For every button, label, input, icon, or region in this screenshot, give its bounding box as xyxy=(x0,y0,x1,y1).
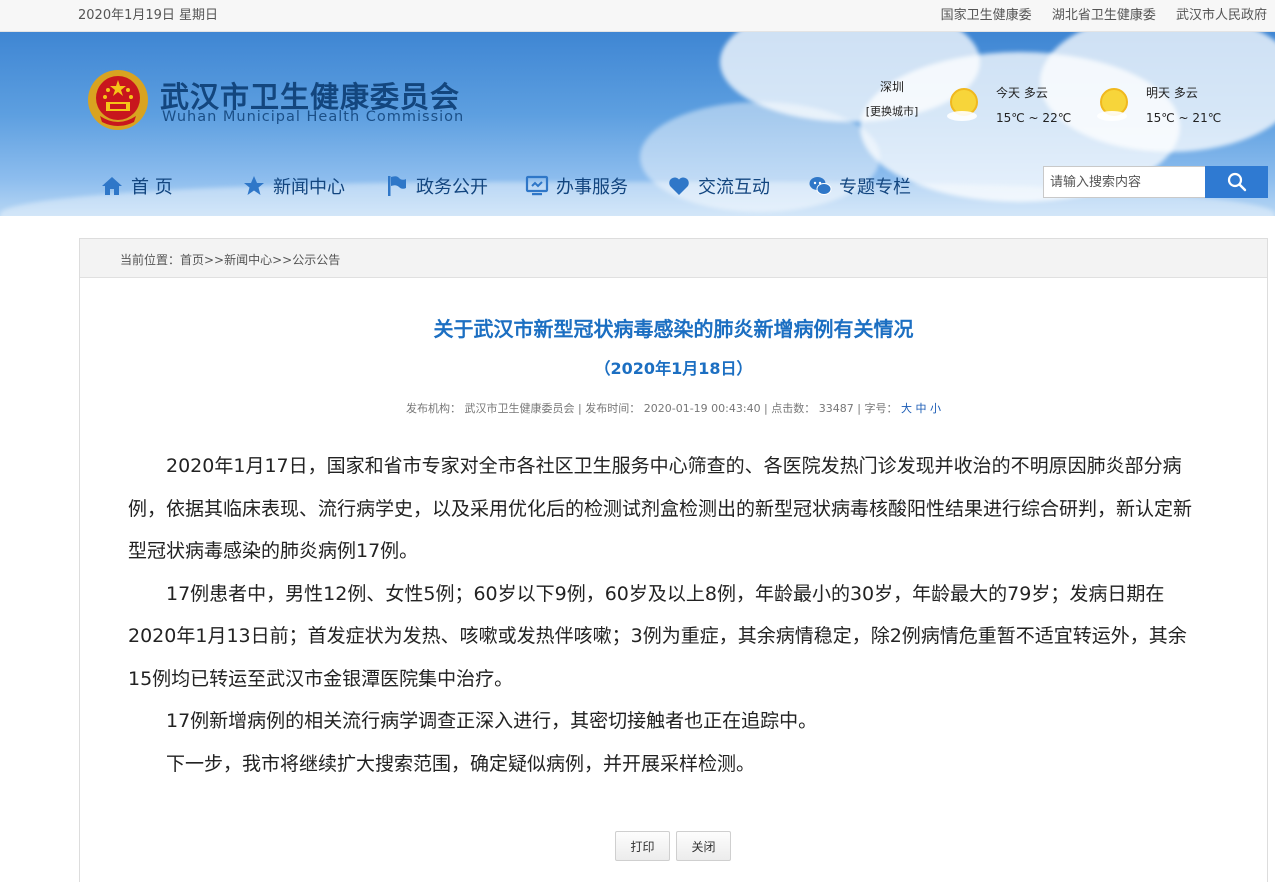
top-links: 国家卫生健康委 湖北省卫生健康委 武汉市人民政府 xyxy=(925,4,1267,23)
article-date: （2020年1月18日） xyxy=(594,359,753,378)
nav-news[interactable]: 新闻中心 xyxy=(242,170,345,202)
search-input[interactable] xyxy=(1043,166,1206,198)
link-hubei-health-commission[interactable]: 湖北省卫生健康委 xyxy=(1052,8,1156,23)
heart-icon xyxy=(669,177,689,195)
city-name: 深圳 xyxy=(879,80,904,94)
breadcrumb-bar: 当前位置：首页>>新闻中心>>公示公告 xyxy=(80,239,1267,278)
weather-today-temp: 15℃ ~ 22℃ xyxy=(996,111,1072,125)
nav-government-affairs[interactable]: 政务公开 xyxy=(385,170,488,202)
nav-home-label: 首 页 xyxy=(131,177,173,198)
font-size-selector[interactable]: 大 中 小 xyxy=(901,402,941,415)
breadcrumb: 当前位置：首页>>新闻中心>>公示公告 xyxy=(120,253,341,267)
article-panel: 当前位置：首页>>新闻中心>>公示公告 关于武汉市新型冠状病毒感染的肺炎新增病例… xyxy=(79,238,1268,882)
weather-today: 今天 多云 15℃ ~ 22℃ xyxy=(946,84,1096,134)
site-header: 武汉市卫生健康委员会 Wuhan Municipal Health Commis… xyxy=(0,32,1275,216)
nav-services[interactable]: 办事服务 xyxy=(525,170,628,202)
nav-government-affairs-label: 政务公开 xyxy=(416,177,488,198)
print-button[interactable]: 打印 xyxy=(615,831,670,861)
current-date: 2020年1月19日 星期日 xyxy=(78,8,219,23)
article-title: 关于武汉市新型冠状病毒感染的肺炎新增病例有关情况 xyxy=(433,317,914,341)
nav-interaction[interactable]: 交流互动 xyxy=(667,170,770,202)
chat-icon xyxy=(809,177,832,195)
link-wuhan-government[interactable]: 武汉市人民政府 xyxy=(1176,8,1267,23)
home-icon xyxy=(102,177,122,195)
sun-cloud-icon xyxy=(1097,88,1128,121)
nav-special-topics-label: 专题专栏 xyxy=(839,177,911,198)
article-meta-info: 发布机构： 武汉市卫生健康委员会 | 发布时间： 2020-01-19 00:4… xyxy=(406,402,898,415)
article-body: 2020年1月17日，国家和省市专家对全市各社区卫生服务中心筛查的、各医院发热门… xyxy=(128,445,1210,785)
weather-today-label: 今天 多云 xyxy=(996,86,1048,100)
article-meta: 发布机构： 武汉市卫生健康委员会 | 发布时间： 2020-01-19 00:4… xyxy=(80,400,1267,416)
nav-home[interactable]: 首 页 xyxy=(100,170,173,202)
flag-icon xyxy=(388,176,406,196)
article-paragraph: 下一步，我市将继续扩大搜索范围，确定疑似病例，并开展采样检测。 xyxy=(166,752,756,775)
link-national-health-commission[interactable]: 国家卫生健康委 xyxy=(941,8,1032,23)
search-button[interactable] xyxy=(1205,166,1268,198)
article-actions: 打印 关闭 xyxy=(615,831,731,861)
article-paragraph: 17例新增病例的相关流行病学调查正深入进行，其密切接触者也正在追踪中。 xyxy=(166,710,818,732)
top-bar: 2020年1月19日 星期日 国家卫生健康委 湖北省卫生健康委 武汉市人民政府 xyxy=(0,0,1275,32)
weather-tomorrow-temp: 15℃ ~ 21℃ xyxy=(1146,111,1222,125)
article-paragraph: 17例患者中，男性12例、女性5例；60岁以下9例，60岁及以上8例，年龄最小的… xyxy=(128,582,1187,690)
national-emblem-icon xyxy=(88,70,148,130)
nav-news-label: 新闻中心 xyxy=(273,177,345,198)
monitor-icon xyxy=(525,175,549,196)
weather-tomorrow-label: 明天 多云 xyxy=(1146,86,1198,100)
site-subtitle: Wuhan Municipal Health Commission xyxy=(162,109,465,125)
change-city-link[interactable]: [更换城市] xyxy=(862,103,922,119)
nav-services-label: 办事服务 xyxy=(556,177,628,198)
nav-interaction-label: 交流互动 xyxy=(698,177,770,198)
weather-tomorrow: 明天 多云 15℃ ~ 21℃ xyxy=(1096,84,1246,134)
star-icon xyxy=(244,176,264,195)
close-button[interactable]: 关闭 xyxy=(676,831,731,861)
sun-cloud-icon xyxy=(947,88,978,121)
weather-city: 深圳 [更换城市] xyxy=(862,78,922,119)
search-box xyxy=(1043,166,1268,198)
nav-special-topics[interactable]: 专题专栏 xyxy=(808,170,911,202)
article-paragraph: 2020年1月17日，国家和省市专家对全市各社区卫生服务中心筛查的、各医院发热门… xyxy=(128,455,1193,562)
search-icon xyxy=(1227,172,1246,192)
